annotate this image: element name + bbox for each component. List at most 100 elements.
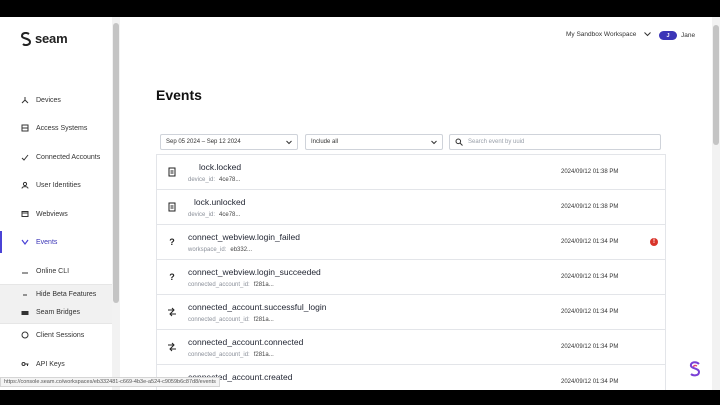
event-row[interactable]: ? connect_webview.login_succeeded connec… [157, 260, 665, 295]
event-key-value: 4ce78... [219, 177, 241, 183]
workspace-selector[interactable]: My Sandbox Workspace [566, 31, 652, 38]
connected-accounts-icon [21, 153, 29, 161]
event-name: connect_webview.login_failed [188, 232, 300, 242]
event-row[interactable]: lock.unlocked device_id: 4ce78... 2024/09… [157, 190, 665, 225]
event-key: workspace_id: eb332... [188, 247, 252, 253]
search-placeholder: Search event by uuid [468, 139, 525, 145]
cli-icon [21, 267, 29, 275]
event-key: connected_account_id: f281a... [188, 282, 274, 288]
sidebar-item-label: Devices [36, 96, 61, 104]
seam-logo-icon [20, 31, 32, 46]
sidebar-item-label: Client Sessions [36, 331, 85, 339]
event-row[interactable]: connected_account.created 2024/09/12 01:… [157, 365, 665, 390]
status-bar-url: https://console.seam.co/workspaces/eb332… [0, 377, 220, 387]
event-key: connected_account_id: f281a... [188, 352, 274, 358]
sidebar-item-webviews[interactable]: Webviews [0, 203, 112, 225]
chevron-down-icon [644, 32, 652, 37]
client-sessions-icon [21, 331, 29, 339]
event-key-value: f281a... [253, 282, 274, 288]
sidebar-item-access-systems[interactable]: Access Systems [0, 117, 112, 139]
event-key-label: device_id: [188, 212, 216, 218]
question-icon: ? [169, 272, 175, 282]
include-select[interactable]: Include all [305, 134, 443, 150]
include-value: Include all [311, 139, 339, 145]
lock-icon [167, 202, 177, 212]
date-range-select[interactable]: Sep 05 2024 – Sep 12 2024 [160, 134, 298, 150]
sidebar-item-connected-accounts[interactable]: Connected Accounts [0, 146, 112, 168]
sidebar-item-label: Hide Beta Features [36, 291, 97, 298]
sidebar-item-devices[interactable]: Devices [0, 89, 112, 111]
event-key-value: f281a... [253, 317, 274, 323]
event-row[interactable]: lock.locked device_id: 4ce78... 2024/09/1… [157, 155, 665, 190]
event-key-value: f281a... [253, 352, 274, 358]
event-key-label: connected_account_id: [188, 352, 250, 358]
chevron-down-icon [286, 140, 292, 145]
question-icon: ? [169, 237, 175, 247]
sidebar-item-label: Webviews [36, 210, 68, 218]
events-icon [21, 238, 29, 246]
workspace-name: My Sandbox Workspace [566, 31, 637, 38]
event-name: lock.unlocked [194, 197, 246, 207]
devices-icon [21, 96, 29, 104]
sidebar-item-label: User Identities [36, 181, 81, 189]
error-badge[interactable]: ! [650, 238, 658, 246]
event-key-label: workspace_id: [188, 247, 227, 253]
sidebar-item-user-identities[interactable]: User Identities [0, 174, 112, 196]
event-time: 2024/09/12 01:34 PM [561, 274, 619, 280]
bridge-icon [21, 309, 29, 317]
event-key-value: 4ce78... [219, 212, 241, 218]
webviews-icon [21, 210, 29, 218]
sidebar-item-label: Access Systems [36, 124, 88, 132]
avatar[interactable]: J [659, 31, 677, 40]
user-name[interactable]: Jane [681, 32, 695, 39]
sidebar-item-events[interactable]: Events [0, 231, 112, 253]
event-row[interactable]: ? connect_webview.login_failed workspace… [157, 225, 665, 260]
transfer-icon [167, 307, 177, 317]
event-name: connect_webview.login_succeeded [188, 267, 321, 277]
access-systems-icon [21, 124, 29, 132]
sidebar-item-online-cli[interactable]: Online CLI [0, 260, 112, 282]
sidebar-scrollbar-thumb[interactable] [113, 23, 119, 303]
sidebar-item-client-sessions[interactable]: Client Sessions [0, 324, 112, 346]
page-title: Events [156, 87, 202, 103]
search-icon [455, 138, 463, 146]
event-key-label: device_id: [188, 177, 216, 183]
app-window: seam Devices Access Systems Connected Ac… [0, 17, 720, 390]
collapse-icon [21, 291, 29, 299]
seam-help-icon[interactable] [688, 361, 702, 377]
search-input[interactable]: Search event by uuid [449, 134, 661, 150]
event-key: connected_account_id: f281a... [188, 317, 274, 323]
event-key-label: connected_account_id: [188, 282, 250, 288]
api-keys-icon [21, 360, 29, 368]
event-row[interactable]: connected_account.connected connected_ac… [157, 330, 665, 365]
event-time: 2024/09/12 01:38 PM [561, 169, 619, 175]
seam-logo[interactable]: seam [20, 31, 68, 46]
sidebar-item-label: Events [36, 238, 58, 246]
event-name: lock.locked [199, 162, 242, 172]
event-time: 2024/09/12 01:34 PM [561, 239, 619, 245]
event-row[interactable]: connected_account.successful_login conne… [157, 295, 665, 330]
event-name: connected_account.connected [188, 337, 304, 347]
event-time: 2024/09/12 01:34 PM [561, 379, 619, 385]
sidebar-item-api-keys[interactable]: API Keys [0, 353, 112, 375]
sidebar-item-label: API Keys [36, 360, 65, 368]
event-key: device_id: 4ce78... [188, 212, 240, 218]
lock-icon [167, 167, 177, 177]
beta-features-section: Hide Beta Features Seam Bridges [0, 285, 112, 323]
event-time: 2024/09/12 01:34 PM [561, 309, 619, 315]
date-range-value: Sep 05 2024 – Sep 12 2024 [166, 139, 241, 145]
chevron-down-icon [431, 140, 437, 145]
hide-beta-features-toggle[interactable]: Hide Beta Features [0, 285, 112, 304]
event-key: device_id: 4ce78... [188, 177, 240, 183]
event-time: 2024/09/12 01:34 PM [561, 344, 619, 350]
sidebar-item-label: Online CLI [36, 267, 70, 275]
event-time: 2024/09/12 01:38 PM [561, 204, 619, 210]
main-scrollbar-thumb[interactable] [713, 25, 719, 145]
user-identities-icon [21, 181, 29, 189]
sidebar-item-seam-bridges[interactable]: Seam Bridges [0, 303, 112, 322]
event-name: connected_account.successful_login [188, 302, 327, 312]
sidebar-item-label: Seam Bridges [36, 309, 80, 316]
main-scrollbar[interactable] [712, 17, 720, 390]
brand-name: seam [35, 31, 68, 46]
sidebar-scrollbar[interactable] [112, 17, 120, 390]
